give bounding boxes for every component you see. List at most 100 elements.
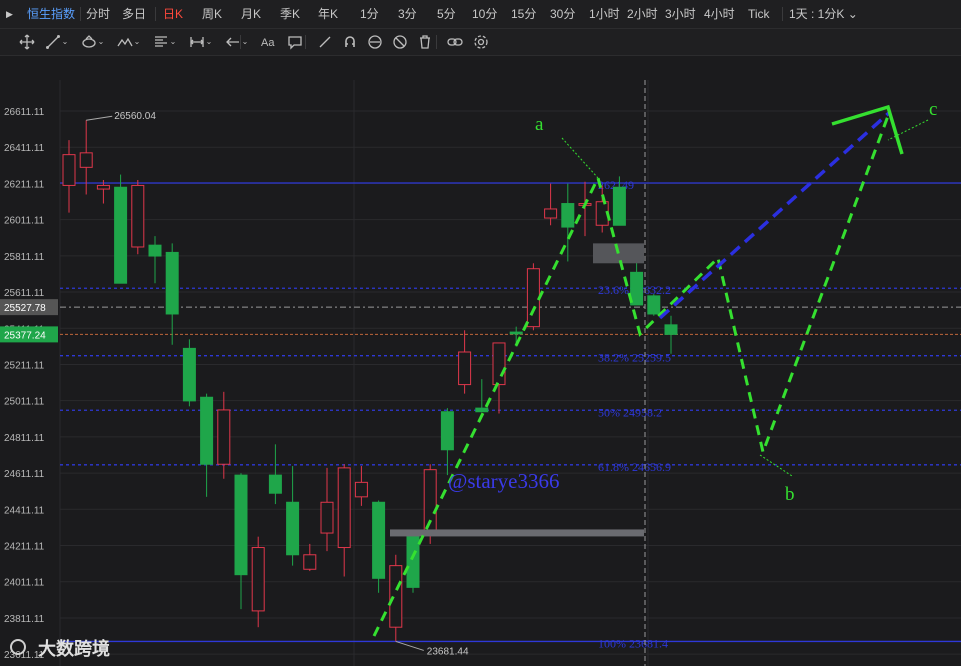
toolbar-divider: [436, 35, 437, 49]
trendline-icon[interactable]: [44, 33, 62, 51]
chevron-down-icon[interactable]: ⌄: [133, 33, 141, 51]
candle-body: [337, 467, 351, 549]
wave-icon[interactable]: [116, 33, 134, 51]
comment-icon[interactable]: [286, 33, 304, 51]
period-tab-12[interactable]: 30分: [550, 6, 575, 22]
brush-icon[interactable]: [80, 33, 98, 51]
period-tab-4[interactable]: 月K: [241, 6, 261, 22]
candle-body: [526, 268, 540, 328]
settings-icon[interactable]: [472, 33, 490, 51]
y-tick-label: 23811.11: [4, 614, 45, 625]
candle-body: [165, 251, 179, 315]
gap-zone: [390, 529, 644, 537]
candle-body: [423, 469, 437, 536]
period-tab-13[interactable]: 1小时: [589, 6, 620, 22]
y-tick-label: 26611.11: [4, 107, 45, 118]
wave-label-c: c: [929, 99, 937, 120]
candle-body: [217, 409, 231, 465]
candle-body: [200, 396, 214, 465]
chevron-down-icon[interactable]: ⌄: [241, 33, 249, 51]
candle-body: [561, 203, 575, 228]
wave-label-b: b: [785, 484, 795, 505]
candlestick-chart[interactable]: 26214923.6% 25632.238.2% 25259.550% 2495…: [0, 56, 961, 666]
fib-label: 50% 24958.2: [598, 405, 662, 419]
candle-body: [664, 324, 678, 335]
price-tag-label: 25527.78: [4, 303, 46, 314]
period-tab-9[interactable]: 5分: [437, 6, 456, 22]
magnet-icon[interactable]: [341, 33, 359, 51]
price-tag-label: 25377.24: [4, 330, 46, 341]
chevron-down-icon[interactable]: ⌄: [169, 33, 177, 51]
toolbar-divider: [80, 7, 81, 21]
toolbar-divider: [155, 7, 156, 21]
link-icon[interactable]: [446, 33, 464, 51]
chevron-down-icon[interactable]: ⌄: [97, 33, 105, 51]
candle-body: [182, 347, 196, 402]
y-tick-label: 25811.11: [4, 252, 45, 263]
candle-body: [647, 295, 661, 315]
text-icon[interactable]: Aa: [259, 33, 277, 51]
toolbar-divider: [782, 7, 783, 21]
candle-body: [131, 184, 145, 248]
y-tick-label: 24811.11: [4, 433, 45, 444]
period-tab-0[interactable]: 分时: [86, 6, 110, 22]
period-tab-6[interactable]: 年K: [318, 6, 338, 22]
symbol-toggle-icon[interactable]: ▶: [6, 6, 13, 22]
candle-body: [234, 474, 248, 576]
candle-body: [492, 342, 506, 386]
period-tab-11[interactable]: 15分: [511, 6, 536, 22]
low-label: 23681.44: [427, 646, 469, 657]
period-toolbar: 恒生指数 ▶ 分时 多日 日K 周K 月K 季K 年K 1分 3分 5分 10分 15分 30分 1小时 2小时…: [0, 0, 961, 29]
candle-body: [114, 186, 128, 284]
period-tab-3[interactable]: 周K: [202, 6, 222, 22]
candle-body: [96, 184, 110, 190]
candle-body: [544, 208, 558, 219]
y-tick-label: 24011.11: [4, 578, 45, 589]
period-tab-7[interactable]: 1分: [360, 6, 379, 22]
candle-body: [268, 474, 282, 494]
candle-body: [389, 565, 403, 628]
y-tick-label: 24211.11: [4, 542, 45, 553]
candle-body: [509, 331, 523, 335]
y-tick-label: 26011.11: [4, 216, 45, 227]
crosshair-icon[interactable]: [18, 33, 36, 51]
symbol-selector[interactable]: 恒生指数: [27, 6, 75, 22]
toolbar-divider: [240, 35, 241, 49]
candle-body: [372, 501, 386, 579]
chevron-down-icon[interactable]: ⌄: [205, 33, 213, 51]
period-tab-8[interactable]: 3分: [398, 6, 417, 22]
period-tab-2[interactable]: 日K: [163, 6, 183, 22]
visibility-icon[interactable]: [366, 33, 384, 51]
period-tab-1[interactable]: 多日: [122, 6, 146, 22]
wave-label-a: a: [535, 114, 544, 135]
delete-icon[interactable]: [416, 33, 434, 51]
candle-body: [79, 152, 93, 168]
fib-label: 38.2% 25259.5: [598, 351, 671, 365]
toolbar-divider: [305, 35, 306, 49]
y-tick-label: 26411.11: [4, 143, 45, 154]
fib-label: 100% 23681.4: [598, 636, 668, 650]
period-tab-15[interactable]: 3小时: [665, 6, 696, 22]
candle-body: [303, 554, 317, 570]
candle-body: [458, 351, 472, 386]
indicator-icon[interactable]: [152, 33, 170, 51]
period-tab-10[interactable]: 10分: [472, 6, 497, 22]
candle-body: [475, 407, 489, 413]
candle-body: [251, 547, 265, 612]
period-tab-5[interactable]: 季K: [280, 6, 300, 22]
hide-icon[interactable]: [391, 33, 409, 51]
y-tick-label: 24411.11: [4, 505, 45, 516]
period-tab-17[interactable]: Tick: [748, 6, 770, 22]
period-tab-14[interactable]: 2小时: [627, 6, 658, 22]
period-tab-16[interactable]: 4小时: [704, 6, 735, 22]
measure-icon[interactable]: [188, 33, 206, 51]
y-tick-label: 25211.11: [4, 360, 45, 371]
layout-selector[interactable]: 1天 : 1分K ⌄: [789, 6, 858, 22]
candle-body: [406, 534, 420, 588]
drawing-toolbar: ⌄ ⌄ ⌄ ⌄ ⌄ ⌄ Aa: [0, 29, 961, 56]
y-tick-label: 25611.11: [4, 288, 45, 299]
fib-label: 61.8% 24656.9: [598, 460, 671, 474]
candle-body: [62, 154, 76, 186]
pen-icon[interactable]: [316, 33, 334, 51]
chevron-down-icon[interactable]: ⌄: [61, 33, 69, 51]
